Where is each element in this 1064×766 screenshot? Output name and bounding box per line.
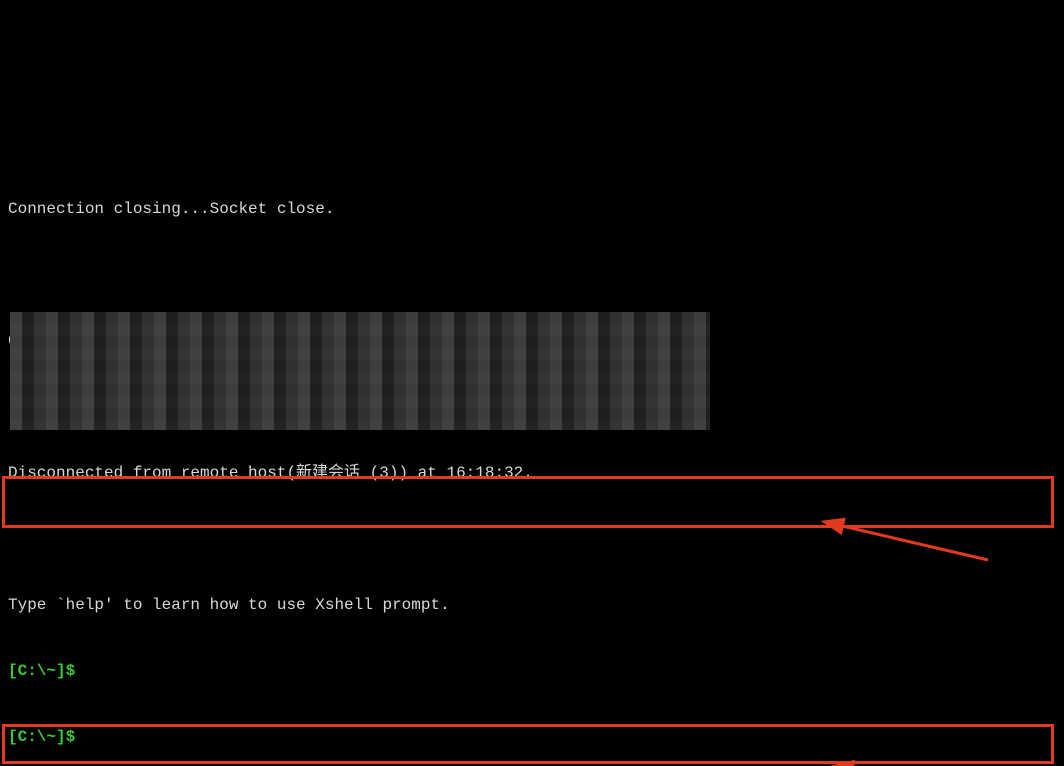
redaction-block xyxy=(10,312,710,430)
text-line: Disconnected from remote host(新建会话 (3)) … xyxy=(8,462,1056,484)
terminal-output[interactable]: Connection closing...Socket close. Conne… xyxy=(0,0,1064,766)
text-line: Connection closing...Socket close. xyxy=(8,198,1056,220)
local-prompt: [C:\~]$ xyxy=(8,660,1056,682)
local-prompt: [C:\~]$ xyxy=(8,726,1056,748)
text-line: Type `help' to learn how to use Xshell p… xyxy=(8,594,1056,616)
